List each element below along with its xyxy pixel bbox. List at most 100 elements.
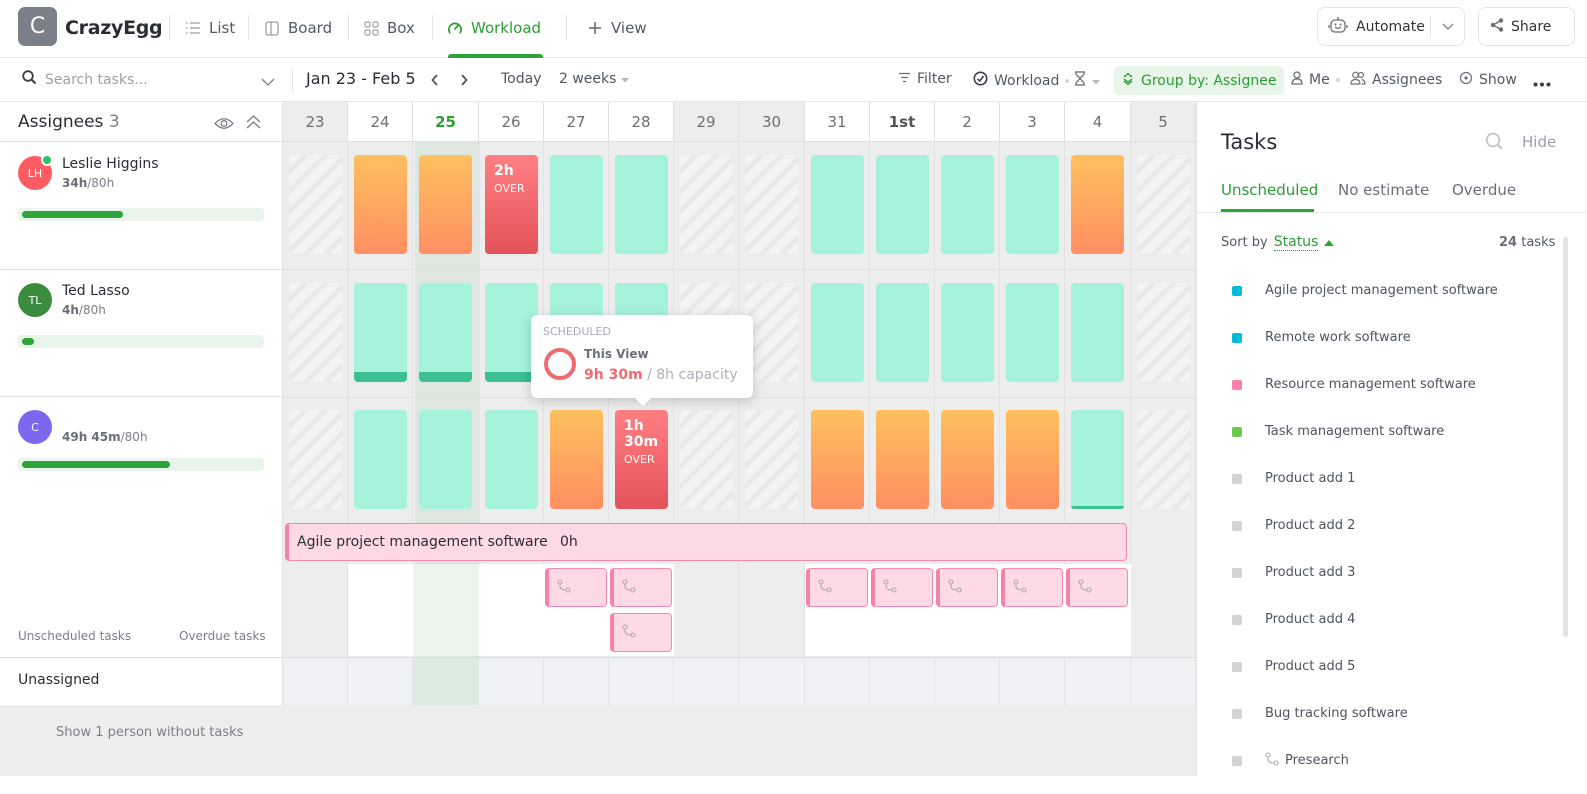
add-view-button[interactable]: View [587, 17, 647, 39]
subtask-card[interactable] [610, 613, 672, 652]
workload-cell[interactable] [550, 155, 603, 254]
task-list-item[interactable]: Product add 1 [1197, 455, 1587, 502]
workload-cell[interactable] [811, 410, 864, 509]
sort-control[interactable]: Sort by Status [1221, 234, 1335, 251]
subtask-card[interactable] [936, 568, 998, 607]
task-list-item[interactable]: Product add 5 [1197, 643, 1587, 690]
automate-dropdown[interactable] [1431, 8, 1464, 45]
eye-icon[interactable] [214, 115, 234, 134]
workload-cell[interactable] [941, 410, 994, 509]
task-list-item[interactable]: Product add 4 [1197, 596, 1587, 643]
unscheduled-tasks-label[interactable]: Unscheduled tasks [18, 629, 131, 643]
day-header: 27 [544, 102, 609, 142]
workload-cell[interactable] [615, 155, 668, 254]
toolbar: Search tasks... Jan 23 - Feb 5 Today 2 w… [0, 58, 1587, 102]
group-by-button[interactable]: Group by: Assignee [1114, 66, 1285, 95]
view-tab-workload[interactable]: Workload [447, 17, 541, 39]
search-input[interactable]: Search tasks... [22, 70, 148, 89]
status-indicator [1232, 332, 1242, 343]
chevron-down-icon[interactable] [261, 72, 275, 91]
task-list-item[interactable]: Product add 3 [1197, 549, 1587, 596]
automate-main[interactable]: Automate [1318, 8, 1430, 45]
status-indicator [1232, 661, 1242, 672]
workload-cell[interactable] [941, 282, 994, 382]
workload-cell[interactable] [811, 155, 864, 254]
task-list-item[interactable]: Product add 2 [1197, 502, 1587, 549]
overdue-tasks-label[interactable]: Overdue tasks [179, 629, 266, 643]
tab-unscheduled[interactable]: Unscheduled [1221, 181, 1318, 199]
workload-cell[interactable] [550, 410, 603, 509]
date-range[interactable]: Jan 23 - Feb 5 [306, 69, 416, 88]
workload-cell[interactable] [1071, 155, 1124, 254]
workload-cell[interactable] [876, 282, 929, 382]
unassigned-row[interactable]: Unassigned [0, 657, 283, 705]
me-label: Me [1309, 72, 1330, 88]
subtask-card[interactable] [871, 568, 933, 607]
subtask-card[interactable] [1001, 568, 1063, 607]
period-select[interactable]: 2 weeks [559, 71, 630, 87]
task-bar[interactable]: Agile project management software 0h [285, 523, 1127, 561]
workload-cell[interactable] [941, 155, 994, 254]
workload-cell[interactable] [1071, 410, 1124, 509]
assignees-filter-button[interactable]: Assignees [1350, 71, 1442, 89]
task-list-item[interactable]: Task management software [1197, 408, 1587, 455]
show-people-button[interactable]: Show 1 person without tasks [56, 725, 243, 740]
workload-cell[interactable] [876, 410, 929, 509]
subtask-card[interactable] [610, 568, 672, 607]
today-button[interactable]: Today [501, 71, 542, 87]
time-estimate-dropdown[interactable] [1074, 71, 1100, 90]
workload-cell[interactable] [354, 155, 407, 254]
show-button[interactable]: Show [1459, 71, 1517, 89]
workload-setting-button[interactable]: Workload [973, 71, 1070, 90]
assignee-row[interactable]: TL Ted Lasso 4h/80h [0, 269, 283, 397]
workload-cell[interactable] [354, 282, 407, 382]
workspace-name[interactable]: CrazyEgg [65, 17, 163, 39]
avatar[interactable]: TL [18, 283, 52, 317]
tasks-panel: Tasks Hide Unscheduled No estimate Overd… [1196, 102, 1587, 776]
workload-cell[interactable] [1006, 282, 1059, 382]
task-list-scrollbar[interactable] [1563, 237, 1568, 637]
prev-period-button[interactable] [427, 70, 443, 90]
workload-cell[interactable] [1006, 410, 1059, 509]
avatar[interactable]: C [18, 410, 52, 444]
workload-cell[interactable] [419, 282, 472, 382]
task-list-item[interactable]: Bug tracking software [1197, 690, 1587, 737]
task-list-item[interactable]: Agile project management software [1197, 267, 1587, 314]
share-button[interactable]: Share [1478, 7, 1575, 46]
view-tab-board[interactable]: Board [264, 17, 332, 39]
me-filter-button[interactable]: Me [1291, 71, 1340, 89]
filter-button[interactable]: Filter [898, 71, 952, 87]
subtask-card[interactable] [545, 568, 607, 607]
subtask-card[interactable] [806, 568, 868, 607]
tab-overdue[interactable]: Overdue [1452, 181, 1516, 199]
workload-cell[interactable] [354, 410, 407, 509]
workload-cell[interactable] [1071, 282, 1124, 382]
workload-cell[interactable] [811, 282, 864, 382]
task-list-item[interactable]: Presearch [1197, 737, 1587, 784]
search-icon[interactable] [1485, 132, 1504, 155]
tab-no-estimate[interactable]: No estimate [1338, 181, 1429, 199]
next-period-button[interactable] [456, 70, 472, 90]
assignee-row[interactable]: LH Leslie Higgins 34h/80h [0, 142, 283, 270]
sort-field[interactable]: Status [1273, 234, 1319, 251]
non-working-day-cell [1137, 282, 1190, 382]
more-options-button[interactable] [1533, 75, 1551, 91]
workload-cell[interactable] [419, 155, 472, 254]
workload-cell[interactable]: 2h OVER [485, 155, 538, 254]
subtask-icon [557, 578, 571, 597]
subtask-card[interactable] [1066, 568, 1128, 607]
workload-cell[interactable] [419, 410, 472, 509]
workload-cell[interactable] [876, 155, 929, 254]
collapse-all-icon[interactable] [246, 114, 261, 133]
view-tab-list[interactable]: List [185, 17, 235, 39]
automate-button[interactable]: Automate [1317, 7, 1465, 46]
workload-cell[interactable]: 1h 30m OVER [615, 410, 668, 509]
workload-cell[interactable] [1006, 155, 1059, 254]
sort-ascending-icon[interactable] [1324, 239, 1335, 246]
hide-panel-button[interactable]: Hide [1522, 133, 1556, 151]
workspace-logo[interactable]: C [18, 7, 57, 46]
task-list-item[interactable]: Resource management software [1197, 361, 1587, 408]
task-list-item[interactable]: Remote work software [1197, 314, 1587, 361]
view-tab-box[interactable]: Box [363, 17, 415, 39]
workload-cell[interactable] [485, 410, 538, 509]
